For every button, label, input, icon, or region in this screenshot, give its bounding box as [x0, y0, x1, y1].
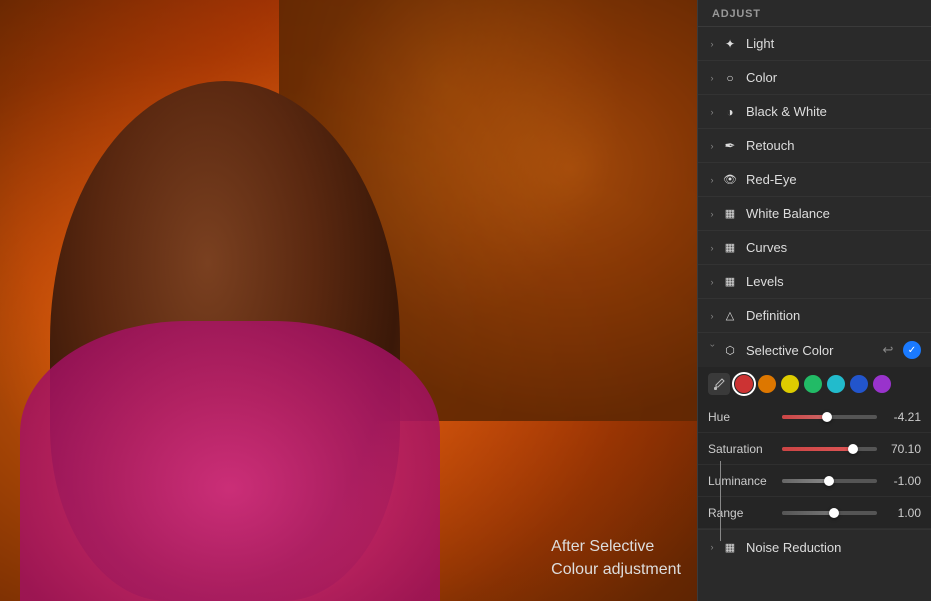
color-dot-yellow[interactable] [781, 375, 799, 393]
chevron-right-icon: › [706, 106, 718, 118]
curves-label: Curves [746, 240, 921, 255]
hue-thumb [822, 412, 832, 422]
chevron-down-icon: › [706, 344, 718, 356]
levels-label: Levels [746, 274, 921, 289]
retouch-label: Retouch [746, 138, 921, 153]
color-dot-green[interactable] [804, 375, 822, 393]
retouch-icon: ✒ [722, 138, 738, 154]
color-label: Color [746, 70, 921, 85]
saturation-thumb [848, 444, 858, 454]
chevron-right-icon: › [706, 242, 718, 254]
chevron-right-icon: › [706, 140, 718, 152]
adjust-list: › ✦ Light › ○ Color › ◑ Black & White › … [698, 27, 931, 601]
range-row: Range 1.00 [698, 497, 931, 529]
luminance-label: Luminance [708, 474, 776, 488]
hue-label: Hue [708, 410, 776, 424]
adjust-panel: ADJUST › ✦ Light › ○ Color › ◑ Black & W… [697, 0, 931, 601]
hue-fill [782, 415, 827, 419]
range-label: Range [708, 506, 776, 520]
hue-slider[interactable] [782, 415, 877, 419]
undo-button[interactable]: ↩ [879, 341, 897, 359]
saturation-slider[interactable] [782, 447, 877, 451]
luminance-row: Luminance -1.00 [698, 465, 931, 497]
saturation-label: Saturation [708, 442, 776, 456]
levels-icon: ▦ [722, 274, 738, 290]
hue-row: Hue -4.21 [698, 401, 931, 433]
sidebar-item-levels[interactable]: › ▦ Levels [698, 265, 931, 299]
sidebar-item-selective-color[interactable]: › ⬡ Selective Color ↩ ✓ [698, 333, 931, 367]
color-dot-orange[interactable] [758, 375, 776, 393]
luminance-thumb [824, 476, 834, 486]
light-label: Light [746, 36, 921, 51]
selective-color-icon: ⬡ [722, 342, 738, 358]
noise-label: Noise Reduction [746, 540, 921, 555]
noise-icon: ▦ [722, 539, 738, 555]
range-value: 1.00 [883, 506, 921, 520]
bw-icon: ◑ [722, 104, 738, 120]
color-icon: ○ [722, 70, 738, 86]
color-dot-red[interactable] [735, 375, 753, 393]
chevron-right-icon: › [706, 72, 718, 84]
selective-color-section: › ⬡ Selective Color ↩ ✓ [698, 333, 931, 530]
sidebar-item-white-balance[interactable]: › ▦ White Balance [698, 197, 931, 231]
color-dot-blue[interactable] [850, 375, 868, 393]
light-icon: ✦ [722, 36, 738, 52]
chevron-right-icon: › [706, 276, 718, 288]
sidebar-item-curves[interactable]: › ▦ Curves [698, 231, 931, 265]
caption-line1: After Selective [551, 538, 654, 555]
eyedropper-button[interactable] [708, 373, 730, 395]
confirm-button[interactable]: ✓ [903, 341, 921, 359]
selective-color-controls: ↩ ✓ [879, 341, 921, 359]
range-thumb [829, 508, 839, 518]
clothing-shape [20, 321, 440, 601]
main-image [0, 0, 697, 601]
sidebar-item-color[interactable]: › ○ Color [698, 61, 931, 95]
white-balance-label: White Balance [746, 206, 921, 221]
sidebar-item-definition[interactable]: › △ Definition [698, 299, 931, 333]
definition-icon: △ [722, 308, 738, 324]
color-dot-purple[interactable] [873, 375, 891, 393]
panel-title: ADJUST [698, 0, 931, 27]
luminance-fill [782, 479, 829, 483]
saturation-fill [782, 447, 853, 451]
color-dot-cyan[interactable] [827, 375, 845, 393]
selective-color-label: Selective Color [746, 343, 879, 358]
red-eye-icon: 👁 [722, 172, 738, 188]
caption-text: After Selective Colour adjustment [551, 536, 681, 581]
definition-label: Definition [746, 308, 921, 323]
chevron-right-icon: › [706, 310, 718, 322]
caption-line2: Colour adjustment [551, 561, 681, 578]
saturation-value: 70.10 [883, 442, 921, 456]
red-eye-label: Red-Eye [746, 172, 921, 187]
caption-area: After Selective Colour adjustment [551, 536, 681, 581]
sidebar-item-red-eye[interactable]: › 👁 Red-Eye [698, 163, 931, 197]
curves-icon: ▦ [722, 240, 738, 256]
saturation-row: Saturation 70.10 [698, 433, 931, 465]
color-picker-row [698, 367, 931, 401]
bw-label: Black & White [746, 104, 921, 119]
luminance-value: -1.00 [883, 474, 921, 488]
range-fill [782, 511, 834, 515]
sidebar-item-light[interactable]: › ✦ Light [698, 27, 931, 61]
luminance-slider[interactable] [782, 479, 877, 483]
sliders-section: Hue -4.21 Saturation 70.10 [698, 401, 931, 529]
chevron-right-icon: › [706, 174, 718, 186]
chevron-right-icon: › [706, 541, 718, 553]
sidebar-item-black-white[interactable]: › ◑ Black & White [698, 95, 931, 129]
sidebar-item-retouch[interactable]: › ✒ Retouch [698, 129, 931, 163]
caption-line [720, 461, 721, 541]
hue-value: -4.21 [883, 410, 921, 424]
chevron-right-icon: › [706, 208, 718, 220]
white-balance-icon: ▦ [722, 206, 738, 222]
sidebar-item-noise-reduction[interactable]: › ▦ Noise Reduction [698, 530, 931, 564]
range-slider[interactable] [782, 511, 877, 515]
chevron-right-icon: › [706, 38, 718, 50]
